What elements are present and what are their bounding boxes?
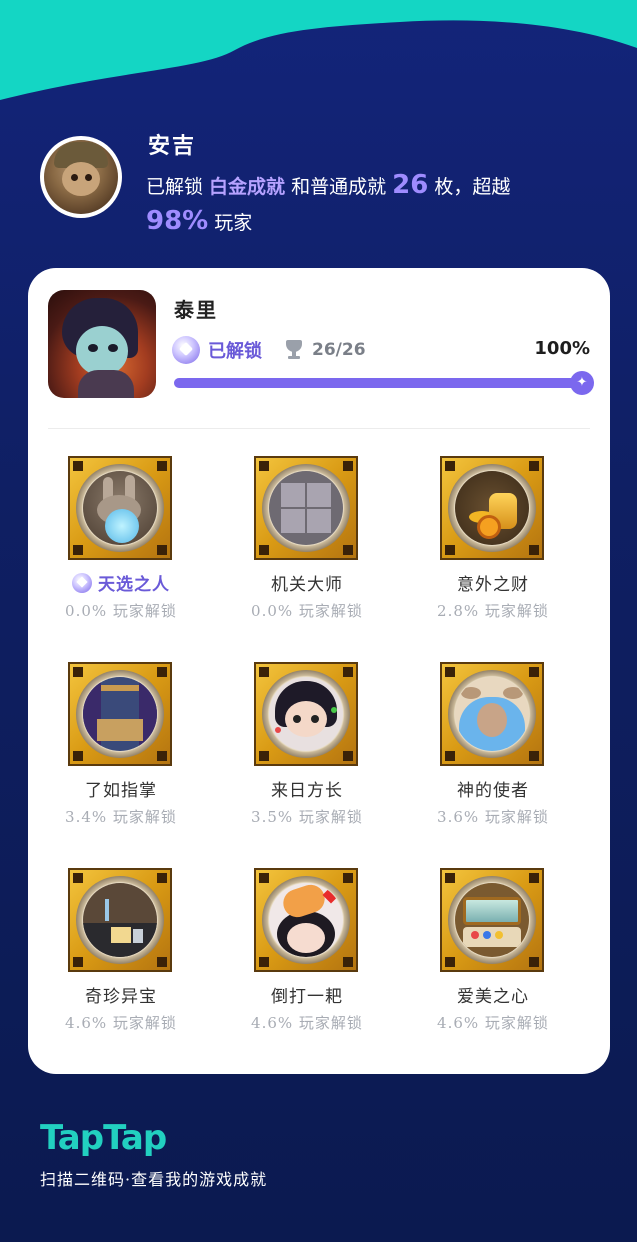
slapped-face-icon [269, 883, 343, 957]
achievement-item[interactable]: 来日方长 3.5% 玩家解锁 [214, 662, 400, 852]
platinum-badge-icon [172, 336, 200, 364]
blue-hair-rabbit-icon [455, 677, 529, 751]
achievement-unlock-rate: 4.6% 玩家解锁 [437, 1014, 549, 1032]
platinum-label: 白金成就 [209, 176, 286, 198]
avatar-image [44, 140, 118, 214]
makeup-box-icon [455, 883, 529, 957]
achievement-icon [254, 456, 358, 560]
achievement-item[interactable]: 奇珍异宝 4.6% 玩家解锁 [28, 868, 214, 1058]
username: 安吉 [148, 133, 197, 159]
achievement-count: 26 [392, 170, 429, 200]
status-label: 已解锁 [208, 341, 262, 362]
achievement-name: 天选之人 [28, 570, 214, 595]
achievement-icon [440, 868, 544, 972]
achievement-name: 奇珍异宝 [28, 982, 214, 1007]
achievement-name-text: 来日方长 [271, 781, 343, 801]
achievement-unlock-rate: 3.5% 玩家解锁 [251, 808, 363, 826]
achievement-name-text: 神的使者 [457, 781, 529, 801]
achievement-icon [440, 456, 544, 560]
taptap-logo: TapTap [40, 1118, 167, 1158]
progress-bar [174, 378, 582, 388]
game-achievement-card: 泰里 已解锁 26/26 100% 天选之人0.0% 玩家解锁机关大师0.0% … [28, 268, 610, 1074]
trophy-count: 26/26 [312, 340, 366, 360]
trophy-icon [286, 340, 302, 360]
sparkle-icon [570, 371, 594, 395]
achievement-item[interactable]: 意外之财 2.8% 玩家解锁 [400, 456, 586, 646]
user-avatar[interactable] [40, 136, 122, 218]
achievement-name-text: 天选之人 [98, 575, 170, 595]
achievement-unlock-rate: 0.0% 玩家解锁 [251, 602, 363, 620]
achievement-name-text: 倒打一耙 [271, 987, 343, 1007]
stone-tiles-icon [269, 471, 343, 545]
achievement-item[interactable]: 爱美之心 4.6% 玩家解锁 [400, 868, 586, 1058]
dark-hair-girl-icon [269, 677, 343, 751]
achievement-name: 倒打一耙 [214, 982, 400, 1007]
achievement-unlock-rate: 2.8% 玩家解锁 [437, 602, 549, 620]
top-wave [0, 0, 637, 100]
divider [48, 428, 590, 429]
platinum-badge-icon [72, 572, 92, 593]
beat-suffix: 玩家 [208, 212, 253, 234]
achievement-icon [68, 868, 172, 972]
status-row: 已解锁 26/26 [172, 336, 366, 364]
beat-percent: 98% [146, 206, 209, 236]
achievement-unlock-rate: 4.6% 玩家解锁 [65, 1014, 177, 1032]
footer-text: 扫描二维码·查看我的游戏成就 [40, 1170, 268, 1189]
progress-fill [174, 378, 582, 388]
achievement-summary: 已解锁 白金成就 和普通成就 26 枚，超越 98% 玩家 [146, 168, 596, 240]
achievement-unlock-rate: 3.4% 玩家解锁 [65, 808, 177, 826]
achievement-item[interactable]: 了如指掌 3.4% 玩家解锁 [28, 662, 214, 852]
achievement-unlock-rate: 4.6% 玩家解锁 [251, 1014, 363, 1032]
achievement-name-text: 爱美之心 [457, 987, 529, 1007]
achievement-icon [68, 456, 172, 560]
achievement-item[interactable]: 神的使者 3.6% 玩家解锁 [400, 662, 586, 852]
summary-middle: 和普通成就 [285, 176, 393, 198]
gold-coins-icon [455, 471, 529, 545]
completion-percent: 100% [534, 338, 590, 359]
achievement-item[interactable]: 机关大师 0.0% 玩家解锁 [214, 456, 400, 646]
treasure-items-icon [83, 883, 157, 957]
achievement-name: 了如指掌 [28, 776, 214, 801]
achievement-icon [254, 662, 358, 766]
achievement-name-text: 了如指掌 [85, 781, 157, 801]
achievement-unlock-rate: 3.6% 玩家解锁 [437, 808, 549, 826]
achievement-icon [254, 868, 358, 972]
achievement-unlock-rate: 0.0% 玩家解锁 [65, 602, 177, 620]
achievement-item[interactable]: 天选之人 0.0% 玩家解锁 [28, 456, 214, 646]
achievement-name: 意外之财 [400, 570, 586, 595]
achievement-icon [68, 662, 172, 766]
achievement-name: 机关大师 [214, 570, 400, 595]
achievement-name-text: 机关大师 [271, 575, 343, 595]
game-icon[interactable] [48, 290, 156, 398]
summary-suffix: 枚，超越 [428, 176, 511, 198]
achievement-item[interactable]: 倒打一耙 4.6% 玩家解锁 [214, 868, 400, 1058]
achievement-name-text: 意外之财 [457, 575, 529, 595]
rabbit-bubble-icon [83, 471, 157, 545]
achievement-name: 神的使者 [400, 776, 586, 801]
game-title: 泰里 [174, 298, 218, 322]
achievement-name: 来日方长 [214, 776, 400, 801]
curtain-table-icon [83, 677, 157, 751]
achievement-name-text: 奇珍异宝 [85, 987, 157, 1007]
summary-prefix: 已解锁 [146, 176, 210, 198]
achievement-icon [440, 662, 544, 766]
achievement-name: 爱美之心 [400, 982, 586, 1007]
